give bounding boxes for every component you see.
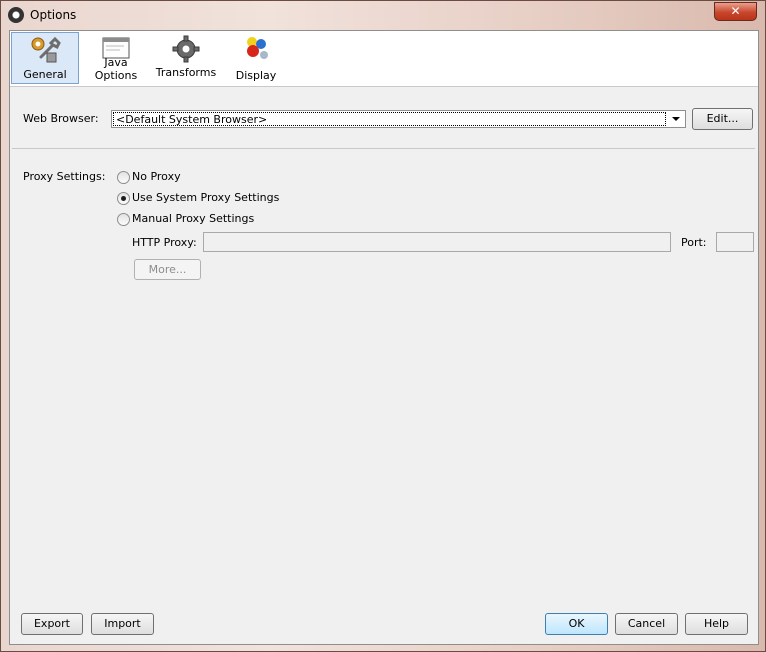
http-proxy-label: HTTP Proxy: [132,236,197,249]
window-title: Options [30,8,77,22]
gear-icon [172,35,200,63]
proxy-settings-label: Proxy Settings: [23,170,106,183]
tab-java-options[interactable]: Java Options [82,32,150,84]
manual-proxy-radio[interactable] [117,213,130,226]
category-toolbar: General Java Options Transforms Display [10,31,758,87]
web-browser-value: <Default System Browser> [113,112,666,126]
colored-shapes-icon [247,37,268,59]
tab-transforms-label: Transforms [155,66,217,79]
more-button[interactable]: More... [134,259,201,280]
port-input[interactable] [716,232,754,252]
import-button[interactable]: Import [91,613,154,635]
web-browser-select[interactable]: <Default System Browser> [111,110,686,128]
options-window: Options ✕ General Java Options Transform… [0,0,766,652]
tab-display-label: Display [235,69,277,82]
dialog-content: General Java Options Transforms Display … [9,30,759,645]
port-label: Port: [681,236,707,249]
tab-general-label: General [23,68,67,81]
wrench-gear-icon [31,36,61,63]
export-button[interactable]: Export [21,613,83,635]
tab-java-options-label: Java Options [94,56,138,82]
separator [12,148,755,149]
ok-button[interactable]: OK [545,613,608,635]
web-browser-label: Web Browser: [23,112,99,125]
app-icon [8,7,24,23]
system-proxy-label[interactable]: Use System Proxy Settings [132,191,279,204]
system-proxy-radio[interactable] [117,192,130,205]
chevron-down-icon[interactable] [672,117,680,121]
help-button[interactable]: Help [685,613,748,635]
tab-transforms[interactable]: Transforms [152,32,220,84]
tab-display[interactable]: Display [222,32,290,84]
cancel-button[interactable]: Cancel [615,613,678,635]
close-button[interactable]: ✕ [714,2,757,21]
no-proxy-label[interactable]: No Proxy [132,170,181,183]
manual-proxy-label[interactable]: Manual Proxy Settings [132,212,254,225]
edit-button[interactable]: Edit... [692,108,753,130]
no-proxy-radio[interactable] [117,171,130,184]
title-bar[interactable]: Options ✕ [1,1,765,30]
tab-general[interactable]: General [11,32,79,84]
http-proxy-input[interactable] [203,232,671,252]
